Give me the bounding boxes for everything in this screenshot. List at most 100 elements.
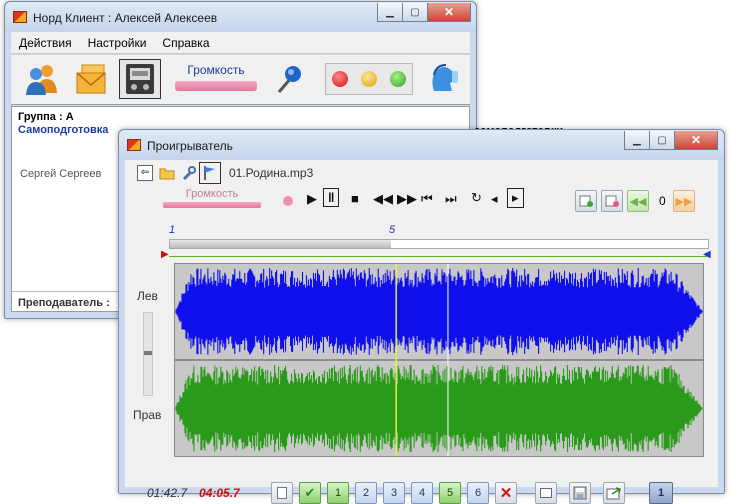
headset-button[interactable] — [423, 59, 465, 99]
time-total: 04:05.7 — [199, 486, 240, 500]
group-label: Группа : А — [18, 111, 74, 123]
flag-icon — [204, 166, 215, 180]
menu-settings[interactable]: Настройки — [88, 36, 147, 50]
player-volume-bar — [163, 202, 261, 208]
mail-icon — [76, 64, 106, 94]
waveform-right-path — [175, 365, 703, 452]
file-row: ⇦ 01.Родина.mp3 — [133, 162, 393, 184]
users-icon — [26, 65, 57, 95]
rewind-button[interactable]: ◀◀ — [373, 191, 393, 207]
player-body: ⇦ 01.Родина.mp3 Громкость ▶ ‖ ■ ◀◀ ▶▶ ⏮ … — [125, 160, 718, 504]
exit-icon[interactable]: ⇦ — [137, 165, 153, 181]
player-window: Проигрыватель ▁ ▢ ✕ ⇦ 01.Родина.mp3 Гром… — [118, 129, 725, 504]
yellow-light-icon[interactable] — [360, 71, 377, 87]
check-icon: ✔ — [304, 485, 316, 500]
track-badge-button[interactable]: 1 — [649, 482, 673, 504]
waveform-right-channel — [175, 365, 703, 452]
ruler-marker: 5 — [389, 224, 396, 236]
channel-left-label: Лев — [137, 289, 158, 303]
remove-track-icon — [605, 195, 619, 207]
teacher-label: Преподаватель : — [18, 297, 110, 309]
green-light-icon[interactable] — [389, 71, 406, 87]
player-volume-label: Громкость — [185, 188, 239, 200]
player-app-icon — [127, 139, 141, 151]
filename: 01.Родина.mp3 — [229, 166, 314, 180]
loop-button[interactable]: ↻ — [471, 190, 482, 206]
flag-button[interactable] — [199, 162, 221, 184]
volume-control[interactable]: Громкость — [175, 63, 257, 95]
export-icon — [606, 487, 621, 500]
play-button[interactable]: ▶ — [307, 191, 317, 207]
messages-button[interactable] — [71, 59, 113, 99]
balance-slider[interactable] — [143, 312, 153, 396]
prev-marker-button[interactable]: ◀◀ — [627, 190, 649, 212]
player-titlebar: Проигрыватель ▁ ▢ ✕ — [119, 130, 724, 160]
selection-end-arrow[interactable]: ◀ — [703, 249, 711, 260]
delete-button[interactable]: ✕ — [495, 482, 517, 504]
group-activity[interactable]: Самоподготовка — [18, 124, 108, 136]
menu-actions[interactable]: Действия — [19, 36, 72, 50]
microphone-icon — [277, 66, 301, 93]
traffic-lights[interactable] — [325, 63, 413, 95]
next-marker-button[interactable]: ▶▶ — [673, 190, 695, 212]
time-current: 01:42.7 — [147, 486, 188, 500]
selection-start-arrow[interactable]: ▶ — [161, 249, 169, 260]
blank-page-button[interactable] — [271, 482, 293, 504]
skip-end-button[interactable]: ⏭ — [445, 191, 457, 207]
client-toolbar: Громкость — [11, 55, 470, 105]
marker-counter: 0 — [659, 194, 666, 208]
check-button[interactable]: ✔ — [299, 482, 321, 504]
player-volume-control[interactable]: Громкость — [163, 188, 261, 214]
track-5-button[interactable]: 5 — [439, 482, 461, 504]
window-button[interactable] — [535, 482, 557, 504]
track-2-button[interactable]: 2 — [355, 482, 377, 504]
remove-track-button[interactable] — [601, 190, 623, 212]
ruler-start: 1 — [169, 224, 176, 236]
folder-icon[interactable] — [159, 166, 175, 180]
recorder-button[interactable] — [119, 59, 161, 99]
mark-start-button[interactable]: ◂ — [491, 191, 498, 207]
student-name[interactable]: Сергей Сергеев — [20, 168, 101, 180]
app-icon — [13, 11, 27, 23]
record-button[interactable] — [283, 196, 293, 206]
timeline-progress — [170, 240, 391, 248]
timeline-bar[interactable] — [169, 239, 709, 249]
next-marker-icon: ▶▶ — [675, 195, 693, 208]
track-1-button[interactable]: 1 — [327, 482, 349, 504]
stop-button[interactable]: ■ — [351, 191, 359, 206]
users-button[interactable] — [21, 59, 63, 99]
maximize-button[interactable]: ▢ — [402, 3, 428, 22]
pause-button[interactable]: ‖ — [323, 188, 340, 207]
microphone-button[interactable] — [267, 59, 309, 99]
blank-page-icon — [277, 487, 287, 499]
delete-icon: ✕ — [499, 485, 513, 502]
wrench-icon[interactable] — [181, 165, 197, 181]
track-badge: 1 — [657, 487, 665, 499]
volume-bar — [175, 81, 257, 91]
track-4-button[interactable]: 4 — [411, 482, 433, 504]
headset-icon — [432, 64, 458, 91]
save-icon — [573, 486, 587, 500]
export-button[interactable] — [603, 482, 625, 504]
window-icon — [540, 488, 552, 498]
menu-help[interactable]: Справка — [162, 36, 209, 50]
balance-thumb[interactable] — [144, 351, 152, 355]
player-close-button[interactable]: ✕ — [674, 131, 718, 150]
waveform[interactable] — [174, 263, 704, 457]
load-track-button[interactable] — [575, 190, 597, 212]
track-3-button[interactable]: 3 — [383, 482, 405, 504]
player-maximize-button[interactable]: ▢ — [649, 131, 675, 150]
red-light-icon[interactable] — [332, 71, 349, 87]
forward-button[interactable]: ▶▶ — [397, 191, 417, 207]
mark-end-button[interactable]: ▸ — [507, 188, 524, 208]
minimize-button[interactable]: ▁ — [377, 3, 403, 22]
client-titlebar: Норд Клиент : Алексей Алексеев ▁ ▢ ✕ — [5, 2, 476, 32]
track-6-button[interactable]: 6 — [467, 482, 489, 504]
load-track-icon — [579, 195, 593, 207]
skip-start-button[interactable]: ⏮ — [421, 191, 433, 207]
player-title: Проигрыватель — [147, 139, 233, 153]
player-minimize-button[interactable]: ▁ — [624, 131, 650, 150]
save-button[interactable] — [569, 482, 591, 504]
close-button[interactable]: ✕ — [427, 3, 471, 22]
channel-right-label: Прав — [133, 408, 162, 422]
